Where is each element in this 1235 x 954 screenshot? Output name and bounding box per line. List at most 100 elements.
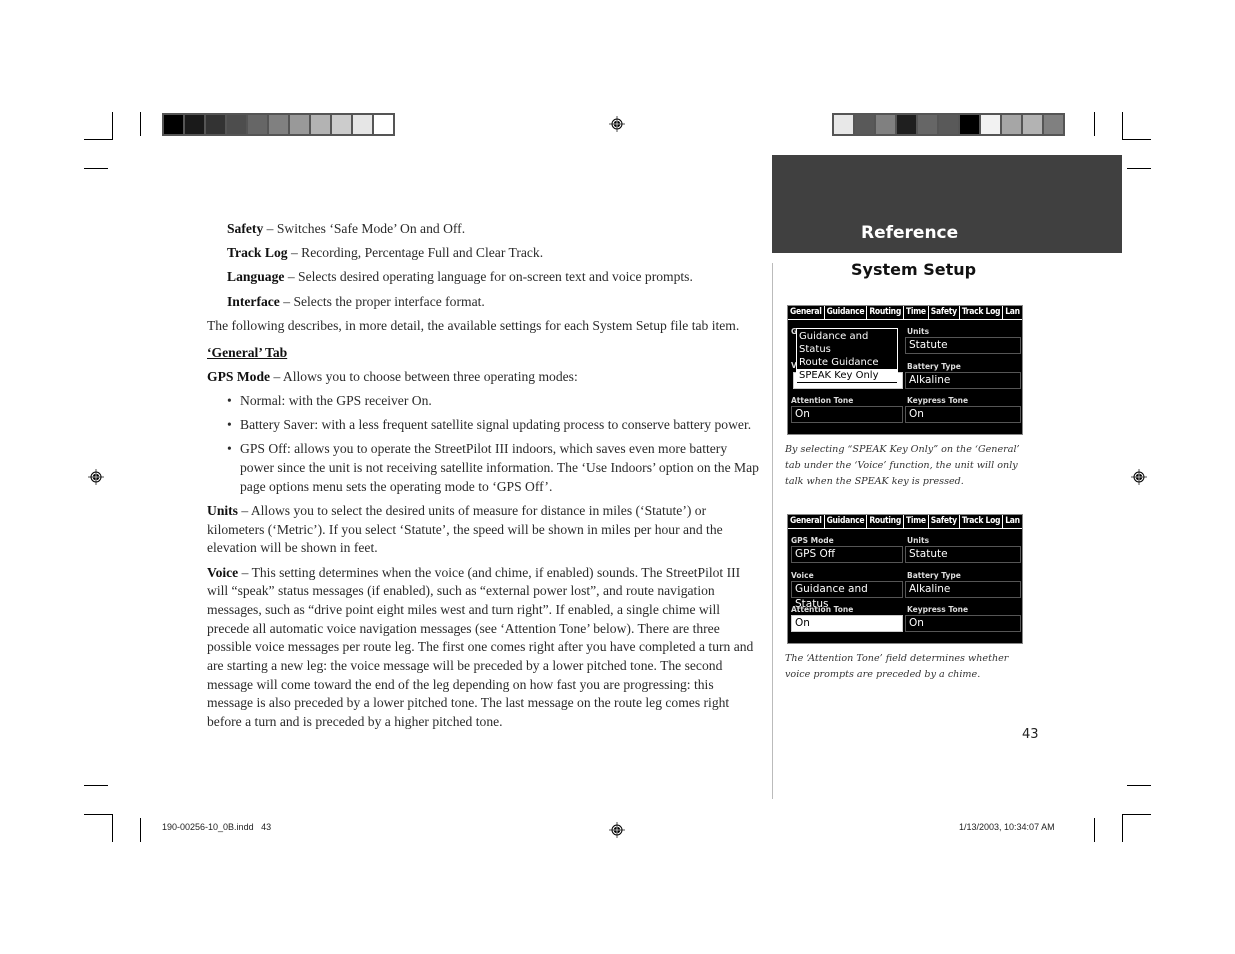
color-swatch [981,115,1000,134]
tab-track-log[interactable]: Track Log [960,515,1004,528]
item-interface: Interface – Selects the proper interface… [227,293,485,309]
item-language: Language – Selects desired operating lan… [227,269,693,285]
attention-tone-label: Attention Tone [791,605,854,614]
crop-mark [84,785,108,786]
slug-timestamp: 1/13/2003, 10:34:07 AM [959,822,1055,832]
battery-type-field[interactable]: Alkaline [905,581,1021,598]
crop-mark [1094,112,1095,136]
registration-mark-icon [609,116,625,132]
color-bar-right [832,113,1065,136]
registration-mark-icon [1131,469,1147,485]
crop-mark [140,818,141,842]
tab-general[interactable]: General [788,306,825,319]
section-title: Reference [861,223,959,243]
column-divider [772,263,773,799]
list-item: • Normal: with the GPS receiver On. [227,392,432,408]
color-swatch [290,115,309,134]
color-swatch [918,115,937,134]
tab-language[interactable]: Lan [1003,515,1022,528]
units-paragraph: Units – Allows you to select the desired… [207,502,723,556]
crop-mark [1094,818,1095,842]
body-text: Safety – Switches ‘Safe Mode’ On and Off… [207,220,760,737]
tab-routing[interactable]: Routing [867,515,904,528]
tab-general[interactable]: General [788,515,825,528]
crop-mark [112,814,113,842]
color-bar-left [162,113,395,136]
crop-mark [1127,785,1151,786]
color-swatch [1002,115,1021,134]
voice-paragraph: Voice – This setting determines when the… [207,564,754,730]
crop-mark [112,112,113,140]
gps-mode-list: • Normal: with the GPS receiver On. • Batt… [207,392,760,497]
tab-guidance[interactable]: Guidance [825,306,868,319]
battery-type-label: Battery Type [907,362,961,371]
color-swatch [1044,115,1063,134]
color-swatch [206,115,225,134]
tab-language[interactable]: Lan [1003,306,1022,319]
keypress-tone-field[interactable]: On [905,406,1021,423]
units-field[interactable]: Statute [905,337,1021,354]
attention-tone-field[interactable]: On [791,406,903,423]
color-swatch [897,115,916,134]
popup-option-guidance-and-status[interactable]: Guidance and Status [797,330,897,356]
units-label: Units [907,327,930,336]
registration-mark-icon [609,822,625,838]
color-swatch [960,115,979,134]
item-safety: Safety – Switches ‘Safe Mode’ On and Off… [227,221,466,236]
intro-paragraph: The following describes, in more detail,… [207,317,740,333]
units-label: Units [907,536,930,545]
caption-2: The ‘Attention Tone’ field determines wh… [785,653,1009,680]
popup-option-speak-key-only[interactable]: SPEAK Key Only [797,369,897,382]
gps-mode-label: GPS Mode [791,536,834,545]
color-swatch [374,115,393,134]
crop-mark [1127,168,1151,169]
color-swatch [855,115,874,134]
tab-guidance[interactable]: Guidance [825,515,868,528]
list-item: • Battery Saver: with a less frequent sat… [227,417,752,433]
color-swatch [269,115,288,134]
crop-mark [84,139,113,140]
tab-track-log[interactable]: Track Log [960,306,1004,319]
crop-mark [1122,112,1123,140]
subsection-title: System Setup [851,260,977,279]
slug-filename: 190-00256-10_0B.indd 43 [162,822,272,832]
voice-label: Voice [791,571,814,580]
color-swatch [834,115,853,134]
tab-safety[interactable]: Safety [929,515,960,528]
tab-time[interactable]: Time [904,515,929,528]
attention-tone-field[interactable]: On [791,615,903,632]
tab-bar: General Guidance Routing Time Safety Tra… [788,515,1022,529]
color-swatch [332,115,351,134]
crop-mark [1122,814,1123,842]
popup-option-route-guidance[interactable]: Route Guidance [797,356,897,369]
voice-field[interactable]: Guidance and Status [791,581,903,610]
caption-1: By selecting “SPEAK Key Only” on the ‘Ge… [785,444,1020,487]
general-tab-heading: ‘General’ Tab [207,344,288,360]
gps-mode-field[interactable]: GPS Off [791,546,903,563]
registration-mark-icon [88,469,104,485]
keypress-tone-label: Keypress Tone [907,605,969,614]
keypress-tone-label: Keypress Tone [907,396,969,405]
color-swatch [876,115,895,134]
gps-mode-paragraph: GPS Mode – Allows you to choose between … [207,368,578,384]
crop-mark [140,112,141,136]
tab-safety[interactable]: Safety [929,306,960,319]
color-swatch [248,115,267,134]
tab-time[interactable]: Time [904,306,929,319]
voice-options-popup: Guidance and Status Route Guidance SPEAK… [796,328,898,384]
battery-type-field[interactable]: Alkaline [905,372,1021,389]
color-swatch [353,115,372,134]
color-swatch [164,115,183,134]
units-field[interactable]: Statute [905,546,1021,563]
attention-tone-label: Attention Tone [791,396,854,405]
color-swatch [1023,115,1042,134]
color-swatch [185,115,204,134]
keypress-tone-field[interactable]: On [905,615,1021,632]
tab-bar: General Guidance Routing Time Safety Tra… [788,306,1022,320]
page-number: 43 [1022,727,1039,742]
crop-mark [1122,814,1151,815]
crop-mark [84,168,108,169]
color-swatch [939,115,958,134]
reference-header: Reference [772,155,1122,253]
tab-routing[interactable]: Routing [867,306,904,319]
